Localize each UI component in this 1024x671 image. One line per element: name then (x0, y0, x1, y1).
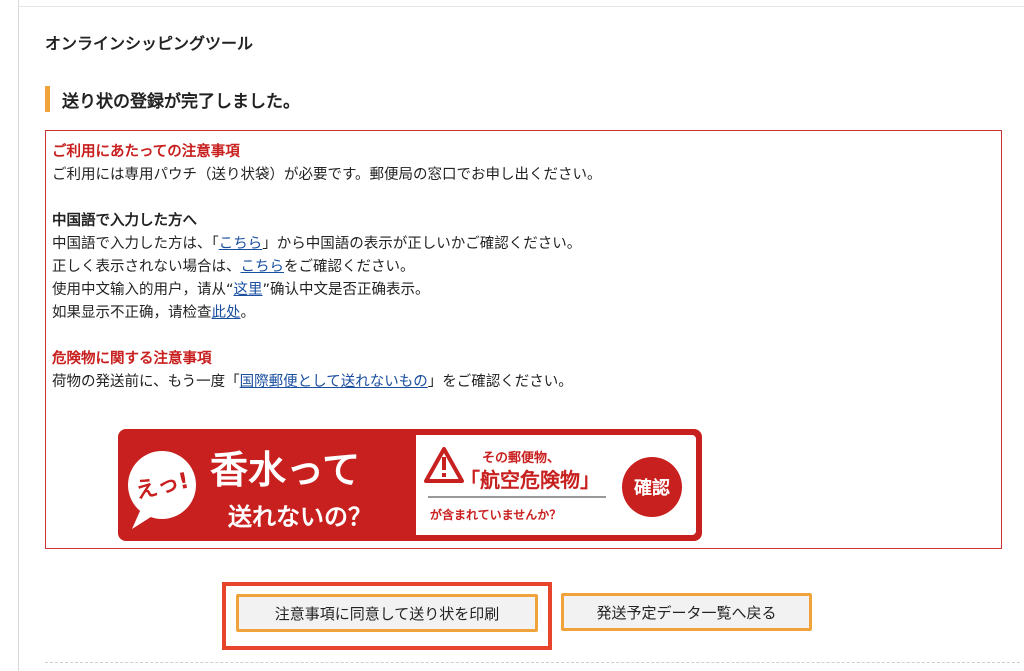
warning-icon-bar (442, 457, 446, 470)
chinese-help-link[interactable]: こちら (241, 259, 285, 275)
banner-headline-1: 香水って (210, 448, 360, 492)
text-segment: 正しく表示されない場合は、 (52, 259, 241, 275)
notice-box: ご利用にあたっての注意事項 ご利用には専用パウチ（送り状袋）が必要です。郵便局の… (45, 130, 1002, 549)
banner-right-panel: その郵便物、 「航空危険物」 が含まれていませんか？ 確認 (416, 435, 696, 535)
warning-icon-dot (442, 473, 446, 477)
text-segment: 使用中文输入的用户，请从“ (52, 282, 234, 298)
banner-left-graphic: えっ! 香水って 送れないの？ (128, 448, 372, 531)
text-segment: 」をご確認ください。 (427, 374, 573, 390)
confirm-badge-text: 確認 (634, 477, 670, 499)
text-segment: ”确认中文是否正确表示。 (262, 282, 430, 298)
perfume-warning-banner[interactable]: えっ! 香水って 送れないの？ その郵便物、 「航空危険物」 が含まれていません… (118, 429, 702, 541)
text-segment: 」から中国語の表示が正しいかご確認ください。 (262, 236, 582, 252)
dangerous-goods-title: 危険物に関する注意事項 (52, 351, 212, 367)
chinese-input-line-1: 中国語で入力した方は、「こちら」から中国語の表示が正しいかご確認ください。 (52, 233, 992, 256)
banner-right-line-3: が含まれていませんか？ (430, 507, 561, 522)
zh-check-link[interactable]: 这里 (234, 282, 263, 298)
content-frame-top-border (18, 6, 1024, 7)
dangerous-goods-text: 荷物の発送前に、もう一度「国際郵便として送れないもの」をご確認ください。 (52, 371, 992, 394)
zh-help-link[interactable]: 此处 (212, 305, 241, 321)
section-heading: 送り状の登録が完了しました。 (45, 85, 300, 113)
banner-right-line-2: 「航空危険物」 (460, 468, 600, 492)
footer-divider (45, 662, 1020, 663)
back-to-list-button[interactable]: 発送予定データ一覧へ戻る (561, 593, 812, 631)
print-label-button[interactable]: 注意事項に同意して送り状を印刷 (236, 594, 538, 632)
usage-notice-text: ご利用には専用パウチ（送り状袋）が必要です。郵便局の窓口でお申し出ください。 (52, 167, 602, 183)
chinese-check-link[interactable]: こちら (219, 236, 263, 252)
section-accent-bar (45, 86, 50, 112)
zh-line-1: 使用中文输入的用户，请从“这里”确认中文是否正确表示。 (52, 279, 992, 302)
prohibited-items-link[interactable]: 国際郵便として送れないもの (240, 374, 428, 390)
text-segment: 荷物の発送前に、もう一度「 (52, 374, 240, 390)
banner-right-line-1: その郵便物、 (482, 450, 560, 466)
usage-notice-title: ご利用にあたっての注意事項 (52, 144, 240, 160)
chinese-input-line-2: 正しく表示されない場合は、こちらをご確認ください。 (52, 256, 992, 279)
app-title: オンラインシッピングツール (45, 34, 254, 53)
zh-line-2: 如果显示不正确，请检查此处。 (52, 302, 992, 325)
banner-headline-2: 送れないの？ (228, 503, 372, 531)
text-segment: 。 (240, 305, 256, 321)
content-frame-left-border (18, 0, 19, 671)
text-segment: 中国語で入力した方は、「 (52, 236, 219, 252)
banner-right-graphic: その郵便物、 「航空危険物」 が含まれていませんか？ 確認 (424, 447, 682, 522)
text-segment: をご確認ください。 (284, 259, 415, 275)
text-segment: 如果显示不正确，请检查 (52, 305, 212, 321)
notice-content: ご利用にあたっての注意事項 ご利用には専用パウチ（送り状袋）が必要です。郵便局の… (52, 141, 992, 394)
completion-message: 送り状の登録が完了しました。 (62, 91, 300, 112)
chinese-input-title: 中国語で入力した方へ (52, 213, 197, 229)
